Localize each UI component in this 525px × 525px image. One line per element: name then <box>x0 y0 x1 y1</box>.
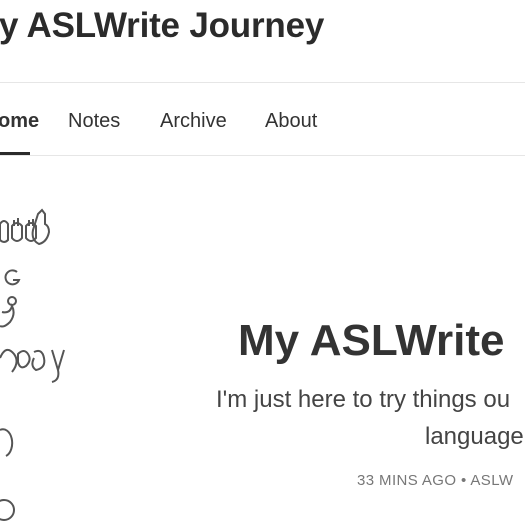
post-excerpt-line: I'm just here to try things ou <box>216 386 511 413</box>
nav-divider <box>0 155 525 156</box>
main-nav: ome Notes Archive About <box>0 83 525 155</box>
nav-item-archive[interactable]: Archive <box>160 83 227 155</box>
nav-item-archive-label: Archive <box>160 110 227 132</box>
nav-item-about[interactable]: About <box>265 83 317 155</box>
nav-item-home-label: ome <box>0 110 40 132</box>
post-excerpt-line: language <box>425 423 524 450</box>
nav-item-about-label: About <box>265 110 318 132</box>
signwriting-glyphs-icon <box>0 208 65 521</box>
post-meta: 33 MINS AGO • ASLW <box>357 472 514 489</box>
post-title[interactable]: My ASLWrite <box>238 316 505 366</box>
post-excerpt: I'm just here to try things ou language <box>216 386 525 466</box>
post-feature-image[interactable] <box>0 200 80 525</box>
page: y ASLWrite Journey ome Notes Archive Abo… <box>0 0 525 525</box>
nav-item-notes-label: Notes <box>68 110 121 132</box>
site-title[interactable]: y ASLWrite Journey <box>0 6 324 46</box>
nav-item-notes[interactable]: Notes <box>68 83 120 155</box>
nav-item-home[interactable]: ome <box>0 83 39 155</box>
